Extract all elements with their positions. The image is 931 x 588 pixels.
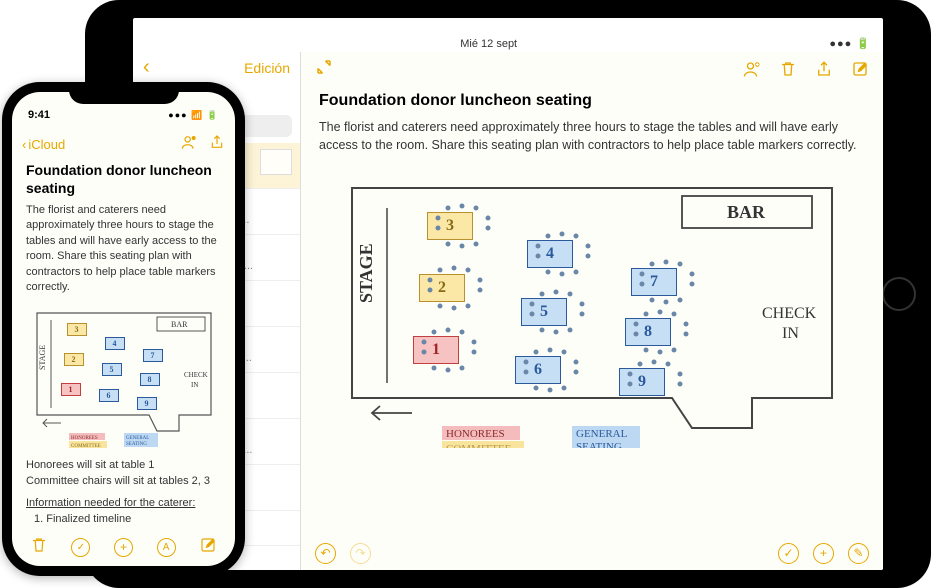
detail-toolbar [301, 52, 883, 86]
svg-text:SEATING: SEATING [126, 442, 147, 447]
svg-text:IN: IN [191, 381, 198, 389]
svg-text:SEATING: SEATING [576, 441, 622, 448]
table-2-sm: 2 [64, 353, 84, 366]
sidebar-back-button[interactable]: ‹ [143, 56, 150, 79]
share-icon[interactable] [815, 60, 833, 78]
table-5-sm: 5 [102, 363, 122, 376]
iphone-note-content[interactable]: Foundation donor luncheon seating The fl… [12, 158, 235, 528]
compose-icon[interactable] [851, 60, 869, 78]
status-indicators: ●●● 🔋 [829, 37, 871, 50]
sidebar-edit-button[interactable]: Edición [244, 60, 290, 76]
back-button[interactable]: ‹ iCloud [22, 137, 65, 152]
status-time: 9:41 [28, 109, 50, 121]
note-thumbnail [260, 149, 292, 175]
ipad-status-bar: . Mié 12 sept ●●● 🔋 [133, 18, 883, 52]
undo-icon[interactable]: ↶ [315, 543, 336, 564]
note-info-header: Information needed for the caterer: [26, 496, 221, 512]
svg-text:HONOREES: HONOREES [446, 428, 505, 440]
svg-text:CHECK: CHECK [184, 371, 208, 379]
share-icon[interactable] [209, 134, 225, 155]
status-indicators: ●●● 📶 🔋 [168, 110, 219, 121]
table-8: 8 [625, 318, 671, 346]
table-1-sm: 1 [61, 383, 81, 396]
table-2: 2 [419, 274, 465, 302]
svg-text:STAGE: STAGE [38, 345, 47, 370]
svg-text:IN: IN [782, 325, 799, 342]
iphone-notch [69, 82, 179, 104]
ipad-screen: . Mié 12 sept ●●● 🔋 ‹ Edición iCloud don… [133, 18, 883, 570]
note-body: The florist and caterers need approximat… [26, 203, 221, 295]
note-line-honorees: Honorees will sit at table 1 [26, 458, 221, 474]
table-3-sm: 3 [67, 323, 87, 336]
svg-text:STAGE: STAGE [356, 244, 376, 304]
detail-bottom-toolbar: ↶ ↷ ✓ + ✎ [301, 536, 883, 570]
svg-text:CHECK: CHECK [762, 305, 817, 322]
add-icon[interactable]: + [114, 538, 133, 557]
note-detail-pane: Foundation donor luncheon seating The fl… [301, 52, 883, 570]
add-people-icon[interactable] [181, 134, 197, 155]
table-3: 3 [427, 212, 473, 240]
table-1: 1 [413, 336, 459, 364]
markup-icon[interactable]: A [157, 538, 176, 557]
redo-icon[interactable]: ↷ [350, 543, 371, 564]
table-4: 4 [527, 240, 573, 268]
svg-text:BAR: BAR [727, 202, 766, 222]
note-body: The florist and caterers need approximat… [319, 118, 865, 154]
iphone-nav-bar: ‹ iCloud [12, 130, 235, 158]
ipad-home-button[interactable] [882, 277, 916, 311]
seating-sketch[interactable]: BAR STAGE CHECK IN HONOREES [319, 168, 865, 448]
add-icon[interactable]: + [813, 543, 834, 564]
fullscreen-icon[interactable] [315, 58, 333, 81]
table-5: 5 [521, 298, 567, 326]
table-6-sm: 6 [99, 389, 119, 402]
seating-sketch-small[interactable]: BAR STAGE CHECK IN HONOREES COMMITTEE GE… [29, 305, 219, 450]
checklist-icon[interactable]: ✓ [71, 538, 90, 557]
svg-text:BAR: BAR [171, 320, 188, 329]
svg-text:HONOREES: HONOREES [71, 436, 98, 441]
table-8-sm: 8 [140, 373, 160, 386]
table-9-sm: 9 [137, 397, 157, 410]
table-9: 9 [619, 368, 665, 396]
note-title: Foundation donor luncheon seating [26, 162, 221, 197]
note-line-committee: Committee chairs will sit at tables 2, 3 [26, 474, 221, 490]
status-time: . [145, 38, 148, 50]
iphone-bottom-toolbar: ✓ + A [12, 528, 235, 566]
sketch-svg: BAR STAGE CHECK IN HONOREES [319, 168, 865, 448]
table-7: 7 [631, 268, 677, 296]
table-6: 6 [515, 356, 561, 384]
note-title: Foundation donor luncheon seating [319, 92, 865, 110]
add-people-icon[interactable] [743, 60, 761, 78]
svg-text:COMMITTEE: COMMITTEE [71, 444, 101, 449]
table-7-sm: 7 [143, 349, 163, 362]
note-info-item: 1. Finalized timeline [26, 512, 221, 528]
iphone-device-frame: 9:41 ●●● 📶 🔋 ‹ iCloud Foundation donor l… [2, 82, 245, 576]
iphone-screen: 9:41 ●●● 📶 🔋 ‹ iCloud Foundation donor l… [12, 92, 235, 566]
svg-text:GENERAL: GENERAL [576, 428, 628, 440]
svg-text:GENERAL: GENERAL [126, 436, 149, 441]
compose-icon[interactable] [199, 536, 217, 559]
status-date: Mié 12 sept [460, 38, 517, 50]
trash-icon[interactable] [30, 536, 48, 559]
checklist-icon[interactable]: ✓ [778, 543, 799, 564]
table-4-sm: 4 [105, 337, 125, 350]
trash-icon[interactable] [779, 60, 797, 78]
markup-icon[interactable]: ✎ [848, 543, 869, 564]
svg-text:COMMITTEE: COMMITTEE [446, 443, 512, 448]
